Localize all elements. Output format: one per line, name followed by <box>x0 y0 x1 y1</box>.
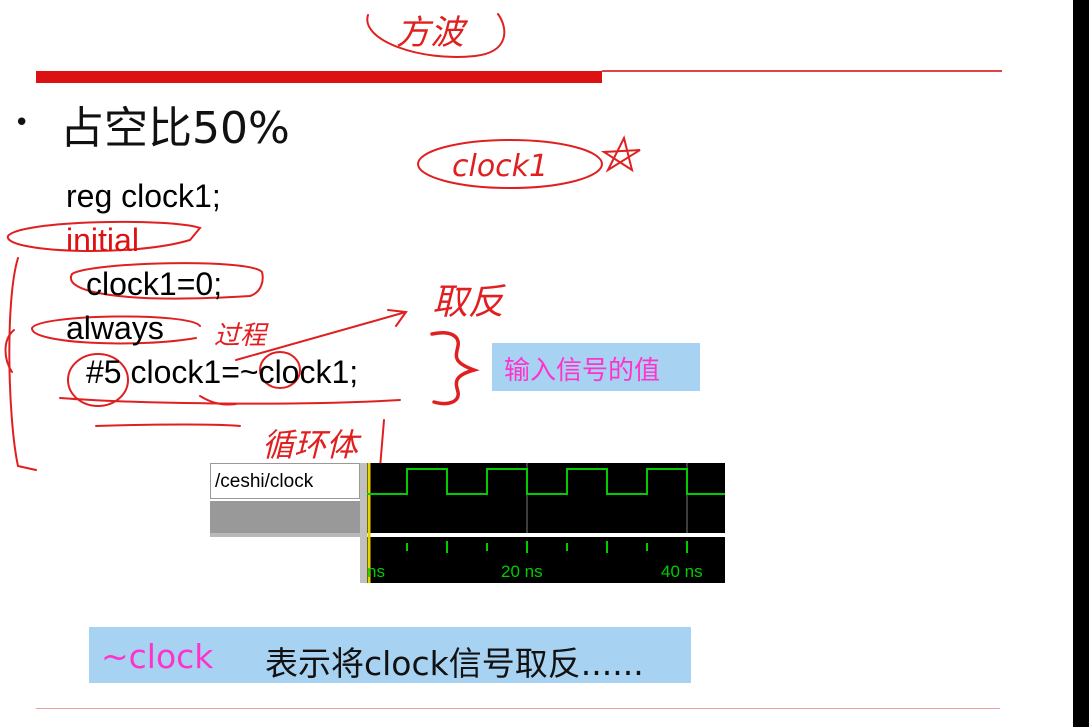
code-line-init-assign: clock1=0; <box>86 266 223 302</box>
tick-label-start: ns <box>367 562 385 581</box>
bullet-icon: • <box>14 108 30 138</box>
callout-box: 输入信号的值 <box>492 343 700 391</box>
signal-list-gray <box>210 501 360 533</box>
bullet-heading: 占空比50% <box>60 103 290 154</box>
tick-label-40: 40 ns <box>661 562 703 581</box>
waveform-viewer: /ceshi/clock ns 20 ns 40 ns <box>210 463 725 583</box>
handwritten-clock-note: clock1 <box>452 149 548 184</box>
code-line-reg: reg clock1; <box>66 178 221 214</box>
tick-label-20: 20 ns <box>501 562 543 581</box>
note-operator: ~clock <box>101 637 214 676</box>
signal-list-gray2 <box>210 533 360 537</box>
code-line-toggle: #5 clock1=~clock1; <box>86 354 359 390</box>
signal-name: /ceshi/clock <box>215 471 314 492</box>
handwritten-invert-note: 取反 <box>432 282 507 323</box>
callout-text: 输入信号的值 <box>504 356 661 386</box>
note-box: ~clock 表示将clock信号取反...... <box>89 627 691 683</box>
slide: { "handwriting": { "title": "方波", "clock… <box>0 0 1089 727</box>
code-line-initial: initial <box>66 222 139 258</box>
wave-background <box>367 463 725 533</box>
waveform-plot: ns 20 ns 40 ns <box>367 463 725 583</box>
handwritten-loop-note: 循环体 <box>262 426 362 464</box>
handwritten-title: 方波 <box>396 13 469 53</box>
handwritten-process-note: 过程 <box>214 321 269 351</box>
signal-row[interactable]: /ceshi/clock <box>210 463 360 499</box>
pane-divider[interactable] <box>360 463 367 583</box>
note-description: 表示将clock信号取反...... <box>265 644 644 683</box>
code-line-always: always <box>66 310 164 346</box>
signal-list: /ceshi/clock <box>210 463 364 583</box>
